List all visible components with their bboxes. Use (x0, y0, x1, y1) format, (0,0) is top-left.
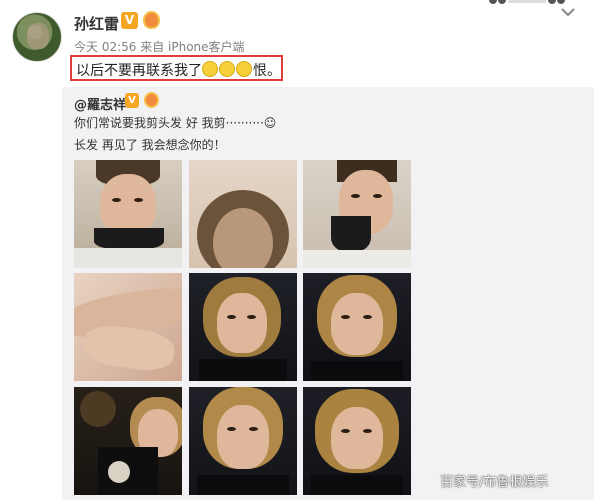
photo-8[interactable] (189, 387, 297, 495)
sad-face-emoji-icon (202, 61, 218, 77)
post-text: 以后不要再联系我了 恨。 (76, 60, 281, 80)
post-username[interactable]: 孙红雷 (74, 13, 119, 34)
photo-1[interactable] (74, 160, 182, 268)
photo-4[interactable] (74, 273, 182, 381)
photo-3[interactable] (303, 160, 411, 268)
photo-grid (74, 160, 412, 500)
photo-9[interactable] (303, 387, 411, 495)
repost-text-line-2: 长发 再见了 我会想念你的！ (74, 138, 226, 152)
medal-icon (143, 11, 160, 29)
post-text-main: 以后不要再联系我了 (76, 63, 202, 79)
chevron-down-icon[interactable] (560, 6, 576, 18)
post-text-end: 恨。 (253, 63, 281, 79)
watermark: 百家号/布鲁根娱乐 (440, 475, 549, 490)
repost-text-line-1: 你们常说要我剪头发 好 我剪··········☺ (74, 116, 277, 130)
photo-5[interactable] (189, 273, 297, 381)
verified-v-icon: V (125, 93, 139, 108)
sad-face-emoji-icon (219, 61, 235, 77)
sad-face-emoji-icon (236, 61, 252, 77)
avatar[interactable] (12, 12, 62, 62)
repost-username[interactable]: @羅志祥 (74, 94, 126, 113)
weibo-post: 孙红雷 V 今天 02:56 来自 iPhone客户端 以后不要再联系我了 恨。 … (0, 0, 594, 500)
photo-7[interactable] (74, 387, 182, 495)
reposted-content: @羅志祥 V 你们常说要我剪头发 好 我剪··········☺ 长发 再见了 … (62, 87, 594, 500)
toolbar-fragment-icon (489, 0, 565, 4)
photo-6[interactable] (303, 273, 411, 381)
photo-2[interactable] (189, 160, 297, 268)
post-meta: 今天 02:56 来自 iPhone客户端 (74, 40, 245, 54)
medal-icon (144, 92, 159, 108)
verified-v-icon: V (121, 12, 138, 29)
